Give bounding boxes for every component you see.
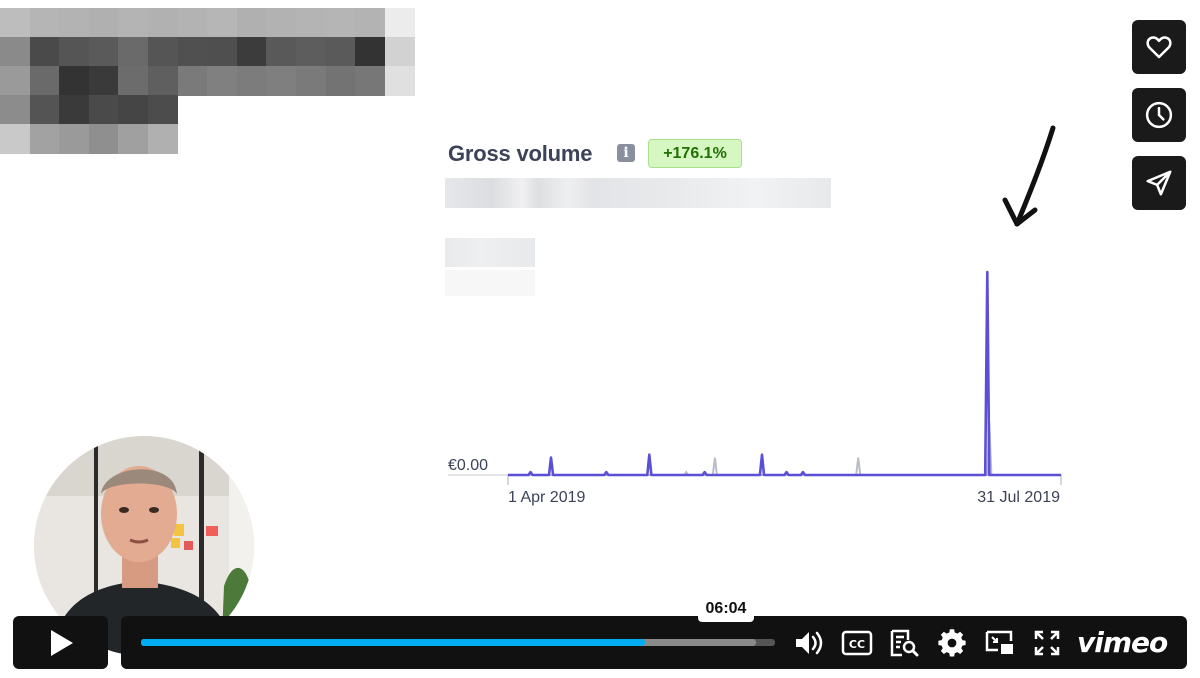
picture-in-picture-button[interactable] [981,616,1019,669]
vimeo-logo[interactable]: vimeo [1077,624,1173,661]
player-controls-bar: CC vimeo [121,616,1187,669]
progress-played [141,639,646,646]
current-time-tooltip: 06:04 [698,596,754,622]
transcript-search-icon [890,629,919,656]
closed-captions-icon: CC [841,630,873,655]
gear-icon [938,628,966,656]
settings-button[interactable] [933,616,971,669]
comparison-series-line [508,422,1061,476]
x-tick-label-end: 31 Jul 2019 [977,489,1060,506]
cc-label: CC [849,638,865,651]
play-icon [50,629,73,656]
gross-volume-series-line [508,270,1061,477]
paper-plane-icon [1146,170,1172,196]
watch-later-button[interactable] [1132,88,1186,142]
transcript-button[interactable] [885,616,923,669]
clock-icon [1145,101,1173,129]
fullscreen-button[interactable] [1029,616,1065,669]
share-button[interactable] [1132,156,1186,210]
x-tick-label-start: 1 Apr 2019 [508,489,586,506]
fullscreen-icon [1034,630,1060,655]
progress-bar[interactable] [141,639,775,646]
heart-icon [1146,36,1172,59]
play-button[interactable] [13,616,108,669]
volume-button[interactable] [789,616,829,669]
picture-in-picture-icon [985,630,1013,654]
volume-icon [796,631,823,654]
y-tick-label: €0.00 [448,457,488,474]
like-button[interactable] [1132,20,1186,74]
captions-button[interactable]: CC [839,616,875,669]
